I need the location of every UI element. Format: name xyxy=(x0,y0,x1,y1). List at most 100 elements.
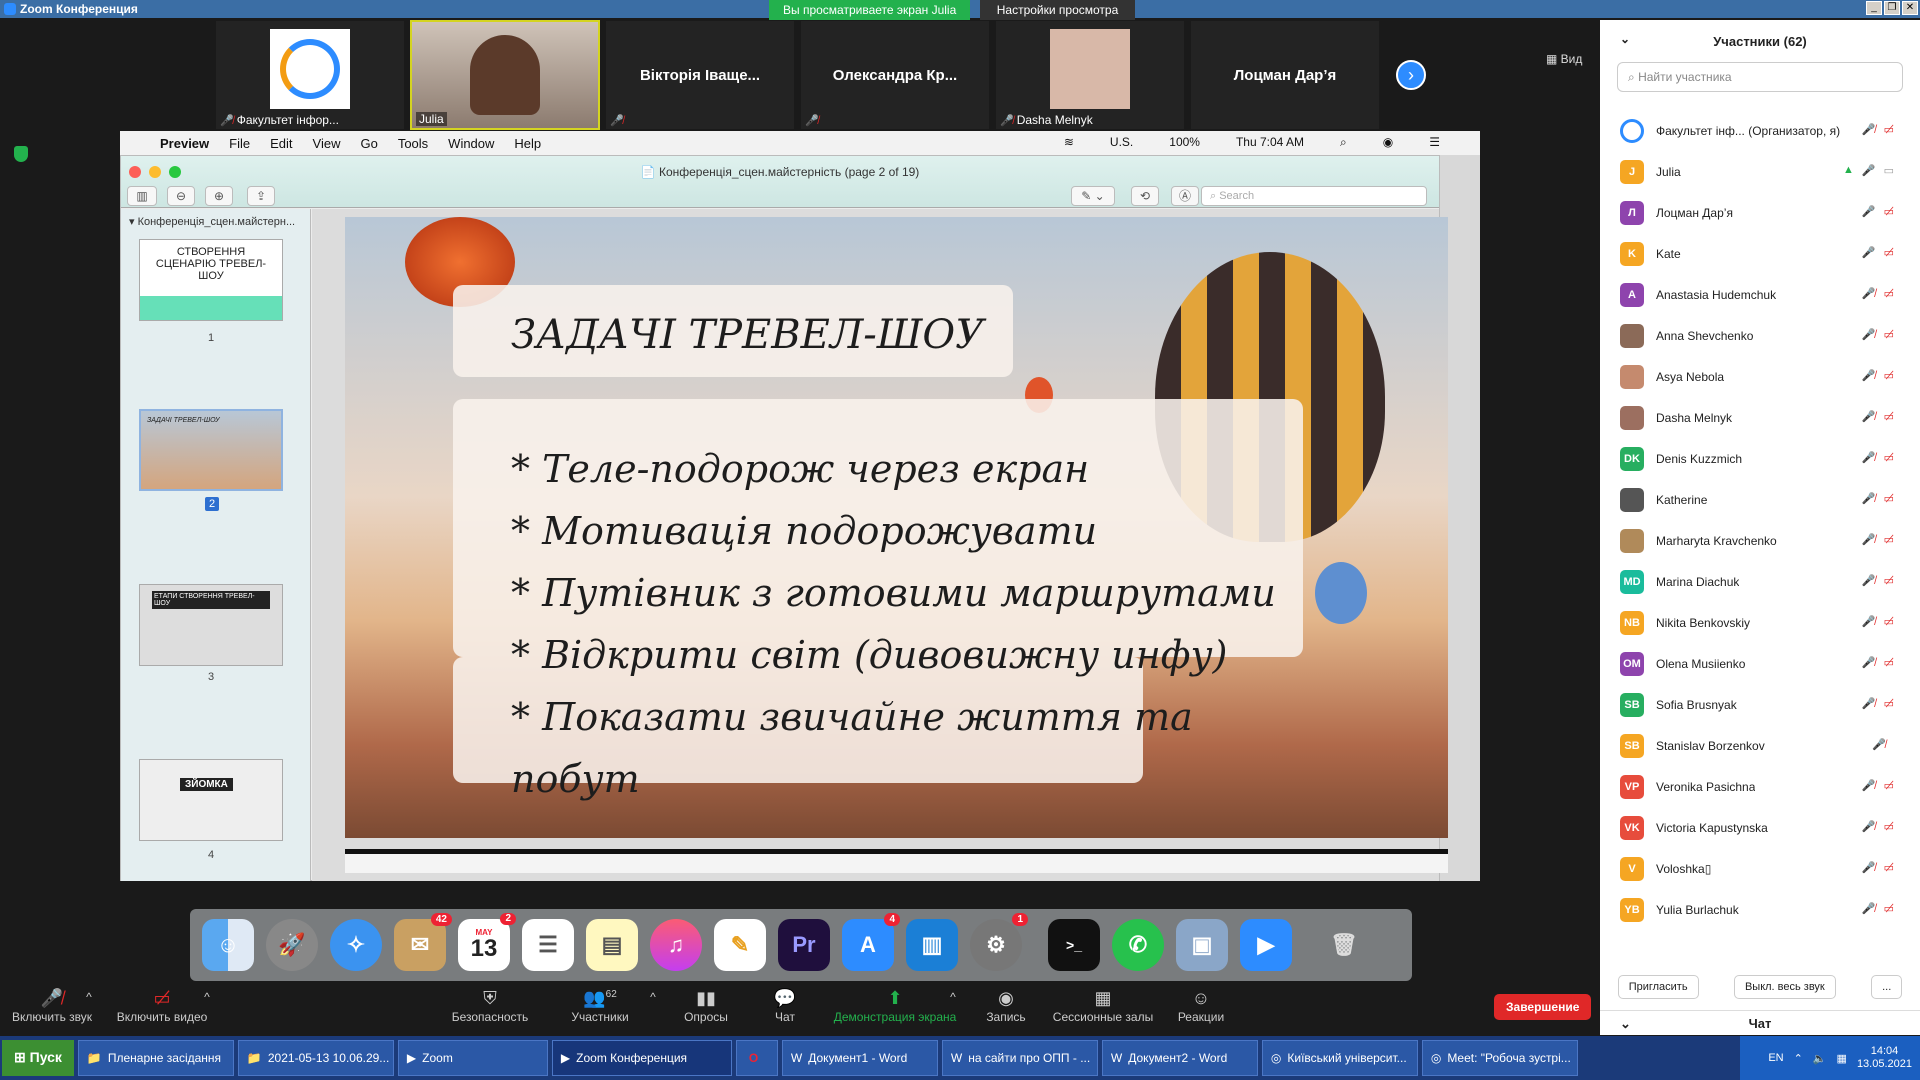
collapse-chevron-icon[interactable]: ⌄ xyxy=(1620,1016,1631,1032)
invite-button[interactable]: Пригласить xyxy=(1617,975,1699,999)
system-clock[interactable]: 14:04 13.05.2021 xyxy=(1857,1045,1912,1071)
participant-row[interactable]: K Kate 🎤 ▭̸ xyxy=(1600,233,1920,274)
screen-share-banner: Вы просматриваете экран Julia xyxy=(769,0,971,20)
mac-dock: ☺ 🚀 ✧ ✉ 42 MAY 13 2 ☰ ▤ ♫ ✎ Pr A4 ▥ ⚙ 1 >_… xyxy=(190,909,1412,981)
muted-mic-icon: 🎤̸ xyxy=(1861,616,1876,628)
more-button[interactable]: ... xyxy=(1871,975,1903,999)
slide-bullet: * Показати звичайне життя та xyxy=(511,695,1193,739)
video-tile[interactable]: Олександра Кр... 🎤̸ xyxy=(800,20,990,130)
mac-menubar: Preview File Edit View Go Tools Window H… xyxy=(120,131,1480,155)
participant-row[interactable]: Л Лоцман Дар’я 🎤 ▭̸ xyxy=(1600,192,1920,233)
participant-row[interactable]: Dasha Melnyk 🎤̸ ▭̸ xyxy=(1600,397,1920,438)
taskbar-item-chrome[interactable]: ◎ Київський університ... xyxy=(1261,1040,1418,1076)
participant-row[interactable]: YB Yulia Burlachuk 🎤̸ ▭̸ xyxy=(1600,889,1920,930)
participant-row[interactable]: Anna Shevchenko 🎤̸ ▭̸ xyxy=(1600,315,1920,356)
muted-mic-icon: 🎤̸ xyxy=(1861,411,1876,423)
video-tile-active-speaker[interactable]: Julia xyxy=(410,20,600,130)
participant-row[interactable]: VP Veronika Pasichna 🎤̸ ▭̸ xyxy=(1600,766,1920,807)
sharing-icon: ▲ xyxy=(1843,164,1854,176)
minimize-icon[interactable]: _ xyxy=(1866,1,1882,15)
end-meeting-button[interactable]: Завершение xyxy=(1494,994,1592,1020)
audio-options-chevron-icon[interactable]: ^ xyxy=(84,990,94,1004)
participant-row[interactable]: V Voloshka▯ 🎤̸ ▭̸ xyxy=(1600,848,1920,889)
taskbar-item-opera[interactable]: O xyxy=(735,1040,778,1076)
participant-row[interactable]: SB Sofia Brusnyak 🎤̸ ▭̸ xyxy=(1600,684,1920,725)
video-tile[interactable]: 🎤̸ Dasha Melnyk xyxy=(995,20,1185,130)
volume-icon[interactable]: 🔈 xyxy=(1813,1052,1827,1065)
window-controls: _ ❐ ✕ xyxy=(1866,1,1918,15)
taskbar-item-folder[interactable]: 📁 2021-05-13 10.06.29... xyxy=(237,1040,394,1076)
participants-icon: 👥62 xyxy=(583,988,617,1008)
view-button[interactable]: ▦ Вид xyxy=(1546,52,1582,66)
video-tile[interactable]: Лоцман Дар’я xyxy=(1190,20,1380,130)
participant-row[interactable]: Asya Nebola 🎤̸ ▭̸ xyxy=(1600,356,1920,397)
participant-name: Denis Kuzzmich xyxy=(1656,451,1743,466)
reactions-button[interactable]: ☺ Реакции xyxy=(1166,988,1236,1024)
close-icon[interactable]: ✕ xyxy=(1902,1,1918,15)
video-off-icon: ▭̸ xyxy=(1883,575,1894,587)
thumbnail-sidebar: ▾ Конференція_сцен.майстерн... СТВОРЕННЯ… xyxy=(121,209,311,881)
video-options-chevron-icon[interactable]: ^ xyxy=(202,990,212,1004)
taskbar-item-chrome[interactable]: ◎ Meet: "Робоча зустрі... xyxy=(1421,1040,1578,1076)
windows-taskbar: ⊞ Пуск 📁 Пленарне засідання 📁 2021-05-13 1… xyxy=(0,1036,1920,1080)
participant-row[interactable]: Факультет інф... (Организатор, я) 🎤̸ ▭̸ xyxy=(1600,110,1920,151)
polls-button[interactable]: ▮▮ Опросы xyxy=(676,988,736,1024)
taskbar-item-zoom-meeting[interactable]: ▶ Zoom Конференция xyxy=(551,1040,732,1076)
video-tile[interactable]: 🎤̸ Факультет інфор... xyxy=(215,20,405,130)
taskbar-item-word[interactable]: W Документ2 - Word xyxy=(1101,1040,1258,1076)
zoom-app-icon: ▶ xyxy=(560,1051,571,1065)
opera-icon: O xyxy=(748,1051,759,1065)
language-indicator[interactable]: EN xyxy=(1768,1052,1783,1064)
video-off-icon: ▭̸ xyxy=(1883,534,1894,546)
maximize-icon[interactable]: ❐ xyxy=(1884,1,1900,15)
chat-bubble-icon: 💬 xyxy=(773,988,797,1008)
participant-row[interactable]: A Anastasia Hudemchuk 🎤̸ ▭̸ xyxy=(1600,274,1920,315)
participant-row[interactable]: DK Denis Kuzzmich 🎤̸ ▭̸ xyxy=(1600,438,1920,479)
participant-row[interactable]: Katherine 🎤̸ ▭̸ xyxy=(1600,479,1920,520)
participant-row[interactable]: SB Stanislav Borzenkov 🎤̸ xyxy=(1600,725,1920,766)
share-options-chevron-icon[interactable]: ^ xyxy=(948,990,958,1004)
word-icon: W xyxy=(1110,1051,1123,1065)
muted-mic-icon: 🎤̸ xyxy=(1861,575,1876,587)
share-screen-button[interactable]: ⬆ Демонстрация экрана xyxy=(830,988,960,1024)
participants-options-chevron-icon[interactable]: ^ xyxy=(648,990,658,1004)
start-video-button[interactable]: ▭̸ Включить видео xyxy=(112,988,212,1024)
record-button[interactable]: ◉ Запись xyxy=(976,988,1036,1024)
tray-expand-icon[interactable]: ⌃ xyxy=(1794,1052,1803,1065)
breakout-rooms-button[interactable]: ▦ Сессионные залы xyxy=(1050,988,1156,1024)
muted-mic-icon: 🎤̸ xyxy=(1861,780,1876,792)
encryption-shield-icon[interactable] xyxy=(14,146,28,162)
participant-row[interactable]: VK Victoria Kapustynska 🎤̸ ▭̸ xyxy=(1600,807,1920,848)
participant-row[interactable]: J Julia ▲ 🎤 ▭ xyxy=(1600,151,1920,192)
collapse-chevron-icon[interactable]: ⌄ xyxy=(1620,32,1630,46)
video-tile[interactable]: Вікторія Іваще... 🎤̸ xyxy=(605,20,795,130)
participant-search-input[interactable]: ⌕ Найти участника xyxy=(1617,62,1903,92)
muted-mic-icon: 🎤̸ xyxy=(220,114,234,127)
taskbar-item-zoom[interactable]: ▶ Zoom xyxy=(397,1040,548,1076)
participant-row[interactable]: OM Olena Musiienko 🎤̸ ▭̸ xyxy=(1600,643,1920,684)
taskbar-item-folder[interactable]: 📁 Пленарне засідання xyxy=(77,1040,234,1076)
video-off-icon: ▭̸ xyxy=(1883,124,1894,136)
taskbar-item-word[interactable]: W Документ1 - Word xyxy=(781,1040,938,1076)
avatar: VP xyxy=(1620,774,1644,799)
network-icon[interactable]: ▦ xyxy=(1837,1052,1847,1065)
muted-mic-icon: 🎤̸ xyxy=(1861,903,1876,915)
chat-button[interactable]: 💬 Чат xyxy=(760,988,810,1024)
participant-row[interactable]: Marharyta Kravchenko 🎤̸ ▭̸ xyxy=(1600,520,1920,561)
next-page-arrow-icon[interactable]: › xyxy=(1396,60,1426,90)
safari-compass-icon: ✧ xyxy=(330,919,382,971)
taskbar-item-word[interactable]: Wна сайти про ОПП - ... xyxy=(941,1040,1098,1076)
security-button[interactable]: ⛨ Безопасность xyxy=(450,988,530,1024)
premiere-pro-icon: Pr xyxy=(778,919,830,971)
participant-row[interactable]: MD Marina Diachuk 🎤̸ ▭̸ xyxy=(1600,561,1920,602)
chat-panel-header[interactable]: ⌄ Чат xyxy=(1600,1010,1920,1035)
participant-row[interactable]: NB Nikita Benkovskiy 🎤̸ ▭̸ xyxy=(1600,602,1920,643)
unmute-audio-button[interactable]: 🎤̸ Включить звук xyxy=(10,988,94,1024)
participants-button[interactable]: 👥62 Участники xyxy=(560,988,640,1024)
start-button[interactable]: ⊞ Пуск xyxy=(2,1040,74,1076)
window-title: Zoom Конференция xyxy=(0,2,138,16)
view-options-button[interactable]: Настройки просмотра ⌄ xyxy=(980,0,1135,31)
participant-photo xyxy=(1050,29,1130,109)
video-off-icon: ▭̸ xyxy=(1883,288,1894,300)
mute-all-button[interactable]: Выкл. весь звук xyxy=(1733,975,1836,999)
